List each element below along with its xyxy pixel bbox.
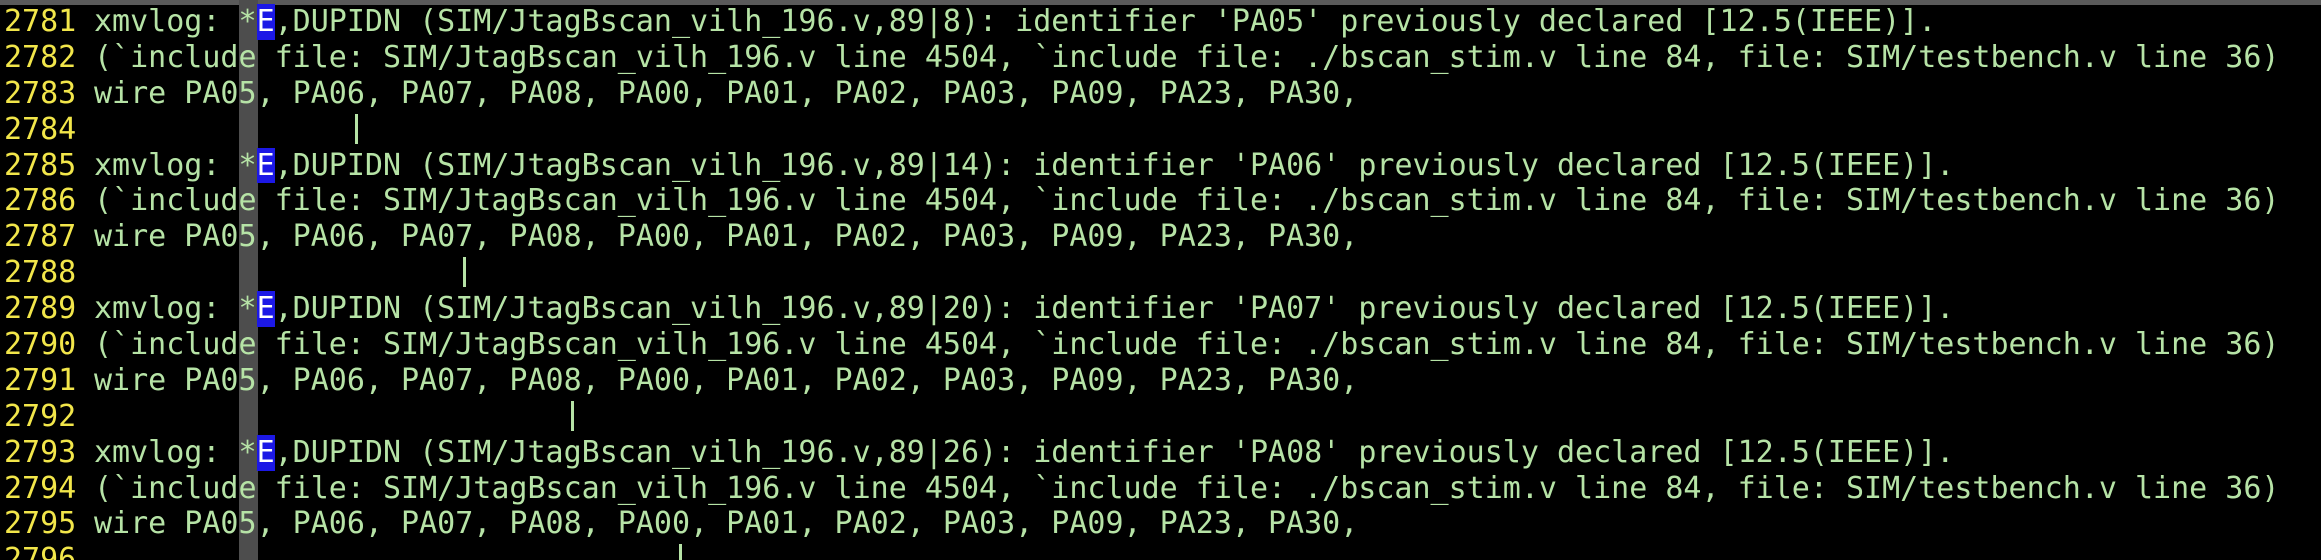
line-number: 2795: [4, 506, 77, 542]
editor-line[interactable]: 2783 wire PA05, PA06, PA07, PA08, PA00, …: [0, 76, 2321, 112]
line-text: (`include file: SIM/JtagBscan_vilh_196.v…: [94, 470, 2280, 506]
line-text: wire PA05, PA06, PA07, PA08, PA00, PA01,…: [94, 75, 1359, 111]
line-text: wire PA05, PA06, PA07, PA08, PA00, PA01,…: [94, 219, 1359, 255]
log-prefix: xmvlog: *: [94, 147, 257, 183]
line-text: xmvlog: *E,DUPIDN (SIM/JtagBscan_vilh_19…: [94, 4, 1936, 40]
line-text: wire PA05, PA06, PA07, PA08, PA00, PA01,…: [94, 506, 1359, 542]
line-number: 2783: [4, 75, 77, 111]
search-match-highlight: E: [256, 4, 275, 40]
line-text: (`include file: SIM/JtagBscan_vilh_196.v…: [94, 39, 2280, 75]
error-caret-marker: [463, 257, 466, 288]
error-caret-marker: [355, 113, 358, 144]
editor-line[interactable]: 2796: [0, 542, 2321, 560]
editor-line[interactable]: 2785 xmvlog: *E,DUPIDN (SIM/JtagBscan_vi…: [0, 147, 2321, 184]
editor-line[interactable]: 2781 xmvlog: *E,DUPIDN (SIM/JtagBscan_vi…: [0, 4, 2321, 40]
search-match-highlight: E: [256, 291, 275, 328]
line-number: 2790: [4, 327, 77, 363]
editor-line[interactable]: 2790 (`include file: SIM/JtagBscan_vilh_…: [0, 327, 2321, 363]
log-prefix: xmvlog: *: [94, 291, 257, 327]
editor-line[interactable]: 2782 (`include file: SIM/JtagBscan_vilh_…: [0, 40, 2321, 76]
line-text: xmvlog: *E,DUPIDN (SIM/JtagBscan_vilh_19…: [94, 434, 1955, 471]
line-number: 2781: [4, 4, 77, 39]
log-message: ,DUPIDN (SIM/JtagBscan_vilh_196.v,89|14)…: [274, 147, 1955, 183]
line-number: 2785: [4, 147, 77, 183]
editor-line[interactable]: 2794 (`include file: SIM/JtagBscan_vilh_…: [0, 471, 2321, 507]
editor-line[interactable]: 2786 (`include file: SIM/JtagBscan_vilh_…: [0, 183, 2321, 219]
editor-line[interactable]: 2795 wire PA05, PA06, PA07, PA08, PA00, …: [0, 506, 2321, 542]
log-message: ,DUPIDN (SIM/JtagBscan_vilh_196.v,89|20)…: [274, 291, 1955, 327]
search-match-highlight: E: [256, 434, 275, 471]
error-caret-marker: [571, 400, 574, 431]
line-number: 2796: [4, 542, 77, 560]
line-number: 2787: [4, 219, 77, 255]
error-caret-marker: [679, 544, 682, 560]
line-number: 2793: [4, 434, 77, 470]
line-number: 2784: [4, 111, 77, 147]
editor-line[interactable]: 2784: [0, 112, 2321, 148]
editor-line[interactable]: 2793 xmvlog: *E,DUPIDN (SIM/JtagBscan_vi…: [0, 434, 2321, 471]
line-number: 2786: [4, 183, 77, 219]
editor-line[interactable]: 2792: [0, 399, 2321, 435]
editor-lines[interactable]: 2781 xmvlog: *E,DUPIDN (SIM/JtagBscan_vi…: [0, 4, 2321, 560]
editor-line[interactable]: 2789 xmvlog: *E,DUPIDN (SIM/JtagBscan_vi…: [0, 291, 2321, 328]
line-number: 2791: [4, 362, 77, 398]
log-message: ,DUPIDN (SIM/JtagBscan_vilh_196.v,89|8):…: [274, 4, 1937, 39]
line-text: (`include file: SIM/JtagBscan_vilh_196.v…: [94, 183, 2280, 219]
log-message: ,DUPIDN (SIM/JtagBscan_vilh_196.v,89|26)…: [274, 434, 1955, 470]
line-text: wire PA05, PA06, PA07, PA08, PA00, PA01,…: [94, 362, 1359, 398]
search-match-highlight: E: [256, 147, 275, 184]
log-prefix: xmvlog: *: [94, 434, 257, 470]
line-text: (`include file: SIM/JtagBscan_vilh_196.v…: [94, 327, 2280, 363]
editor-line[interactable]: 2787 wire PA05, PA06, PA07, PA08, PA00, …: [0, 219, 2321, 255]
line-number: 2789: [4, 291, 77, 327]
line-text: xmvlog: *E,DUPIDN (SIM/JtagBscan_vilh_19…: [94, 147, 1955, 184]
line-number: 2782: [4, 39, 77, 75]
text-editor-view[interactable]: 2781 xmvlog: *E,DUPIDN (SIM/JtagBscan_vi…: [0, 0, 2321, 560]
line-number: 2788: [4, 255, 77, 291]
line-number: 2794: [4, 470, 77, 506]
editor-line[interactable]: 2788: [0, 255, 2321, 291]
line-number: 2792: [4, 398, 77, 434]
line-text: xmvlog: *E,DUPIDN (SIM/JtagBscan_vilh_19…: [94, 291, 1955, 328]
log-prefix: xmvlog: *: [94, 4, 257, 39]
editor-line[interactable]: 2791 wire PA05, PA06, PA07, PA08, PA00, …: [0, 363, 2321, 399]
